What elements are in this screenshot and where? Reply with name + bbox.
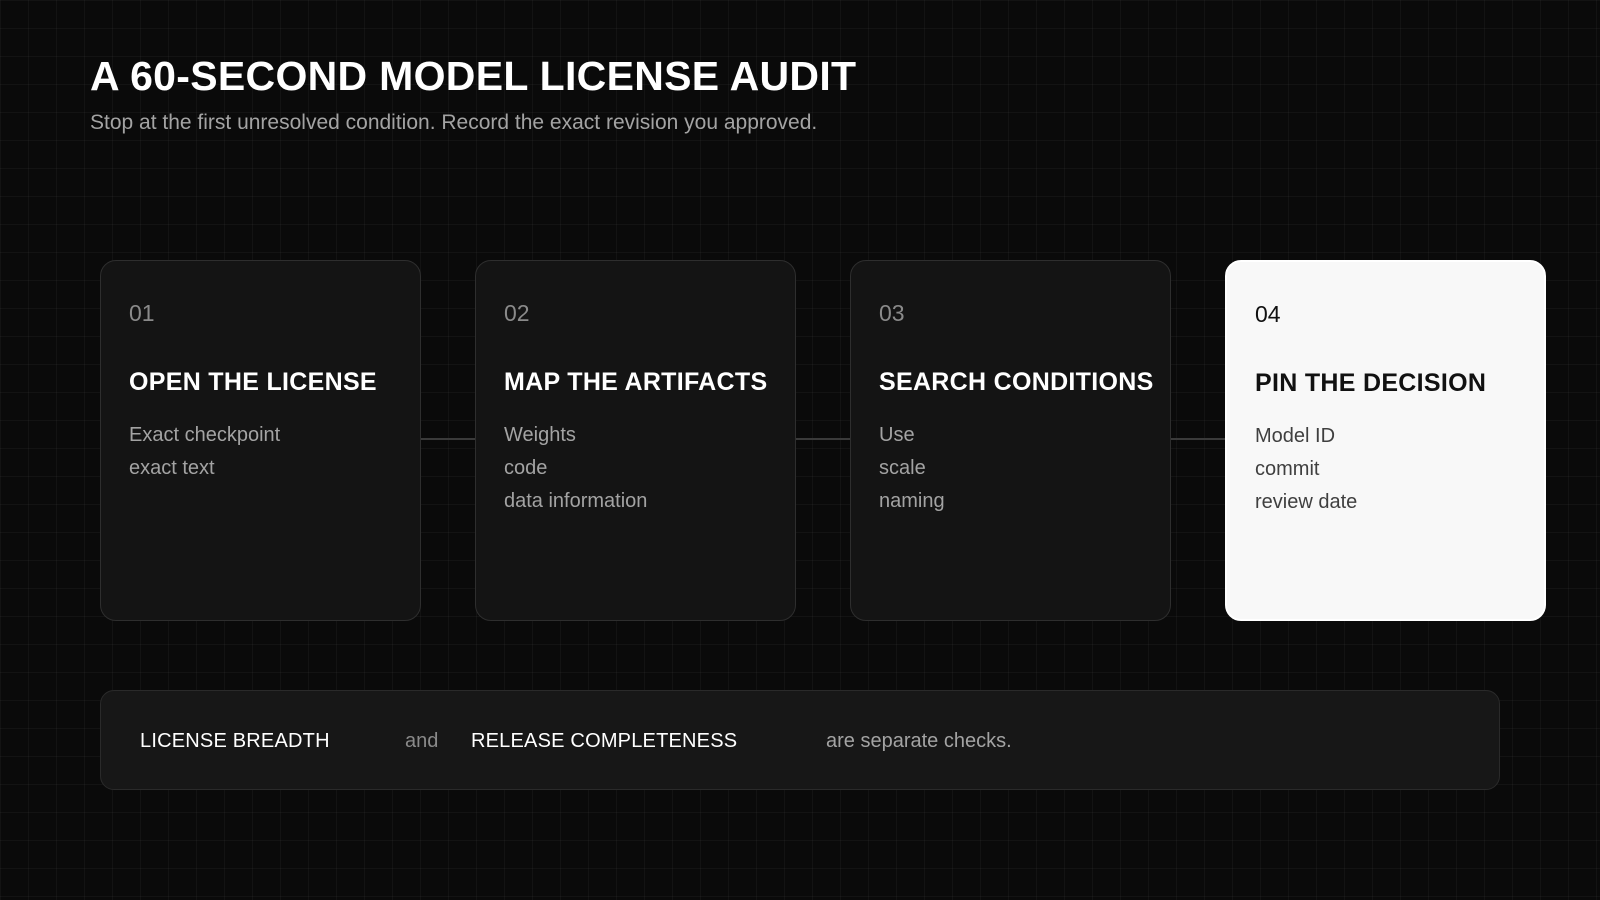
step-item: scale	[879, 457, 926, 479]
header: A 60-SECOND MODEL LICENSE AUDIT Stop at …	[90, 52, 856, 136]
page-title: A 60-SECOND MODEL LICENSE AUDIT	[90, 53, 857, 99]
step-title: OPEN THE LICENSE	[129, 368, 377, 396]
step-connector	[421, 438, 477, 440]
step-connector	[1171, 438, 1227, 440]
step-item: Exact checkpoint	[129, 424, 281, 446]
note-rest: are separate checks.	[826, 730, 1012, 752]
step-item: commit	[1255, 458, 1320, 480]
step-item: Model ID	[1255, 425, 1336, 447]
step-item: Use	[879, 424, 915, 446]
step-card-3: 03 SEARCH CONDITIONS Use scale naming	[850, 260, 1171, 621]
step-item: review date	[1255, 491, 1358, 513]
step-number: 04	[1255, 301, 1281, 327]
step-items: Use scale naming	[879, 419, 1142, 518]
step-items: Model ID commit review date	[1255, 420, 1516, 519]
page-subtitle: Stop at the first unresolved condition. …	[90, 111, 818, 134]
step-card-2: 02 MAP THE ARTIFACTS Weights code data i…	[475, 260, 796, 621]
step-item: exact text	[129, 457, 215, 479]
step-item: Weights	[504, 424, 576, 446]
step-items: Weights code data information	[504, 419, 767, 518]
step-number: 01	[129, 300, 155, 326]
step-number: 03	[879, 300, 905, 326]
step-card-4: 04 PIN THE DECISION Model ID commit revi…	[1225, 260, 1546, 621]
note-term-license-breadth: LICENSE BREADTH	[140, 730, 330, 752]
step-item: data information	[504, 490, 648, 512]
step-title: SEARCH CONDITIONS	[879, 368, 1154, 396]
step-items: Exact checkpoint exact text	[129, 419, 392, 485]
step-number: 02	[504, 300, 530, 326]
summary-note: LICENSE BREADTH and RELEASE COMPLETENESS…	[100, 690, 1500, 790]
step-item: code	[504, 457, 548, 479]
step-item: naming	[879, 490, 945, 512]
step-title: PIN THE DECISION	[1255, 369, 1487, 397]
step-card-1: 01 OPEN THE LICENSE Exact checkpoint exa…	[100, 260, 421, 621]
step-connector	[796, 438, 852, 440]
note-joiner: and	[405, 730, 439, 752]
note-term-release-completeness: RELEASE COMPLETENESS	[471, 730, 738, 752]
step-title: MAP THE ARTIFACTS	[504, 368, 768, 396]
